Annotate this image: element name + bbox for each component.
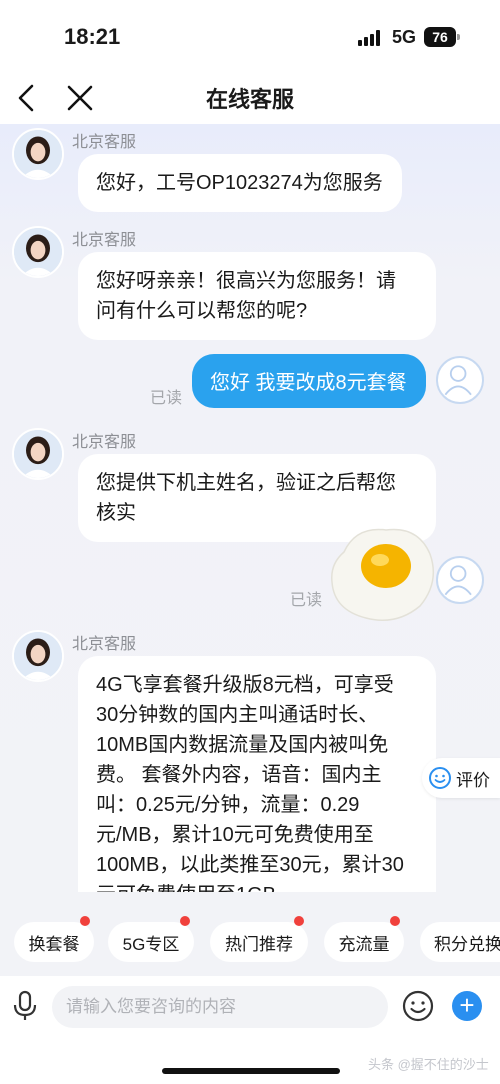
chip-points-redeem[interactable]: 积分兑换: [420, 922, 500, 962]
agent-message: 您好呀亲亲！很高兴为您服务！请 问有什么可以帮您的呢?: [78, 252, 436, 340]
agent-message: 4G飞享套餐升级版8元档，可享受 30分钟数的国内主叫通话时长、 10MB国内数…: [78, 656, 436, 892]
quick-chips: 换套餐 5G专区 热门推荐 充流量 积分兑换: [0, 900, 500, 976]
message-line: 100MB，以此类推至30元，累计30: [96, 854, 404, 876]
signal-icon: [358, 30, 382, 46]
message-input[interactable]: [52, 986, 388, 1028]
battery-icon: 76: [424, 27, 460, 47]
badge-dot: [180, 916, 190, 926]
input-bar: + 头条 @握不住的沙士: [0, 976, 500, 1084]
rate-label: 评价: [456, 770, 490, 790]
emoji-icon[interactable]: [402, 990, 434, 1022]
user-avatar: [436, 356, 484, 404]
message-line: 元/MB，累计10元可免费使用至: [96, 824, 374, 846]
agent-avatar: [12, 630, 64, 682]
status-bar: 18:21 5G 76: [0, 0, 500, 72]
smile-rate-icon: [429, 767, 451, 789]
message-line: 您好 我要改成8元套餐: [210, 372, 407, 394]
sender-name: 北京客服: [72, 134, 137, 151]
sender-name: 北京客服: [72, 434, 137, 451]
message-line: 费。 套餐外内容，语音：国内主: [96, 764, 382, 786]
read-receipt: 已读: [290, 592, 323, 609]
message-line: 30分钟数的国内主叫通话时长、: [96, 704, 379, 726]
user-message: 您好 我要改成8元套餐: [192, 354, 426, 408]
badge-dot: [390, 916, 400, 926]
network-type: 5G: [392, 27, 417, 47]
chip-5g-zone[interactable]: 5G专区: [108, 916, 194, 962]
agent-avatar: [12, 428, 64, 480]
sender-name: 北京客服: [72, 636, 137, 653]
chip-label: 5G专区: [122, 934, 180, 954]
message-line: 您提供下机主姓名，验证之后帮您: [96, 472, 396, 494]
chip-label: 充流量: [338, 934, 390, 954]
message-line: 4G飞享套餐升级版8元档，可享受: [96, 674, 394, 696]
sender-name: 北京客服: [72, 232, 137, 249]
agent-avatar: [12, 128, 64, 180]
chip-recharge-data[interactable]: 充流量: [324, 916, 404, 962]
chip-hot-recommend[interactable]: 热门推荐: [210, 916, 308, 962]
message-line: 叫：0.25元/分钟，流量：0.29: [96, 794, 360, 816]
rate-button[interactable]: 评价: [422, 758, 500, 798]
read-receipt: 已读: [150, 390, 183, 407]
badge-dot: [294, 916, 304, 926]
agent-avatar: [12, 226, 64, 278]
message-line: 问有什么可以帮您的呢?: [96, 300, 308, 322]
message-line: 您好，工号OP1023274为您服务: [96, 172, 383, 194]
fried-egg-sticker: [331, 528, 435, 621]
chip-label: 换套餐: [28, 934, 80, 954]
user-avatar: [436, 556, 484, 604]
message-line: 元可免费使用至1GB。: [96, 880, 418, 892]
message-line: 您好呀亲亲！很高兴为您服务！请: [96, 270, 396, 292]
chat-area[interactable]: 北京客服 您好，工号OP1023274为您服务 北京客服 您好呀亲亲！很高兴为您…: [0, 124, 500, 892]
chip-label: 热门推荐: [225, 934, 293, 954]
badge-dot: [80, 916, 90, 926]
plus-icon[interactable]: +: [452, 991, 482, 1021]
nav-bar: 在线客服: [0, 72, 500, 124]
status-time: 18:21: [64, 24, 121, 49]
page-title: 在线客服: [205, 87, 294, 112]
chip-change-plan[interactable]: 换套餐: [14, 916, 94, 962]
chip-label: 积分兑换: [434, 934, 500, 954]
microphone-icon[interactable]: [10, 990, 40, 1022]
agent-message: 您好，工号OP1023274为您服务: [78, 154, 402, 212]
message-line: 10MB国内数据流量及国内被叫免: [96, 734, 389, 756]
watermark: 头条 @握不住的沙士: [368, 1057, 489, 1072]
home-indicator: [162, 1068, 340, 1074]
